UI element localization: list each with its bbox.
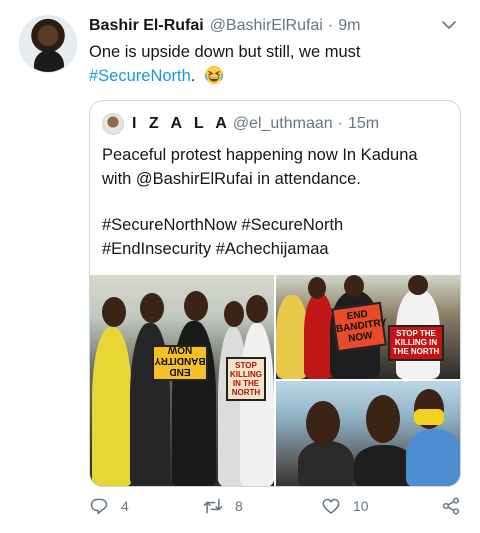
protest-photo-3[interactable] xyxy=(276,381,460,486)
quoted-author-handle: @el_uthmaan xyxy=(232,115,333,132)
protest-photo-2[interactable]: END BANDITRY NOW STOP THE KILLING IN THE… xyxy=(276,275,460,379)
sign-stop-killing-left: STOP KILLING IN THE NORTH xyxy=(226,357,266,401)
tweet-header: Bashir El-Rufai @BashirElRufai · 9m xyxy=(89,15,460,37)
quoted-timestamp: 15m xyxy=(348,115,380,132)
author-avatar[interactable] xyxy=(19,15,77,73)
share-button[interactable] xyxy=(441,496,461,516)
tweet-timestamp[interactable]: 9m xyxy=(338,17,360,35)
retweet-icon xyxy=(203,498,223,514)
author-name[interactable]: Bashir El-Rufai xyxy=(89,17,204,35)
sign-stop-the-killing: STOP THE KILLING IN THE NORTH xyxy=(388,325,444,361)
chevron-down-icon[interactable] xyxy=(440,16,458,34)
tweet-actions: 4 8 10 xyxy=(89,494,469,520)
header-separator: · xyxy=(327,17,334,34)
reply-icon xyxy=(90,498,108,515)
quoted-tweet-text: Peaceful protest happening now In Kaduna… xyxy=(102,143,452,261)
sign-end-banditry: END BANDITRY NOW xyxy=(331,301,388,353)
quoted-text-line1: Peaceful protest happening now In Kaduna xyxy=(102,146,418,164)
grinning-squinting-face-icon xyxy=(204,65,224,85)
quoted-hashtags-line1: #SecureNorthNow #SecureNorth xyxy=(102,216,344,234)
reply-count: 4 xyxy=(121,498,129,514)
share-icon xyxy=(442,497,460,515)
protest-photo-1[interactable]: END BANDITRY NOW STOP KILLING IN THE NOR… xyxy=(90,275,274,486)
like-count: 10 xyxy=(353,498,369,514)
reply-button[interactable]: 4 xyxy=(89,496,129,516)
tweet-text: One is upside down but still, we must #S… xyxy=(89,40,459,88)
quoted-tweet-header: I Z A L A @el_uthmaan · 15m xyxy=(102,112,379,136)
quoted-hashtags-line2: #EndInsecurity #Achechijamaa xyxy=(102,240,329,258)
tweet[interactable]: Bashir El-Rufai @BashirElRufai · 9m One … xyxy=(0,0,480,533)
sign-upside-down: END BANDITRY NOW xyxy=(152,344,208,381)
retweet-count: 8 xyxy=(235,498,243,514)
quoted-header-separator: · xyxy=(337,115,343,132)
tweet-text-end: . xyxy=(190,67,196,85)
author-handle[interactable]: @BashirElRufai xyxy=(210,17,323,35)
heart-icon xyxy=(322,498,340,514)
quoted-tweet[interactable]: I Z A L A @el_uthmaan · 15m Peaceful pro… xyxy=(89,100,461,487)
retweet-button[interactable]: 8 xyxy=(203,496,243,516)
quoted-author-avatar xyxy=(102,113,124,135)
quoted-author-name: I Z A L A xyxy=(132,115,231,132)
media-grid: END BANDITRY NOW STOP KILLING IN THE NOR… xyxy=(90,275,460,486)
like-button[interactable]: 10 xyxy=(321,496,369,516)
tweet-text-line1: One is upside down but still, we must xyxy=(89,43,361,61)
hashtag-link[interactable]: #SecureNorth xyxy=(89,67,191,85)
quoted-text-line2: with @BashirElRufai in attendance. xyxy=(102,170,361,188)
